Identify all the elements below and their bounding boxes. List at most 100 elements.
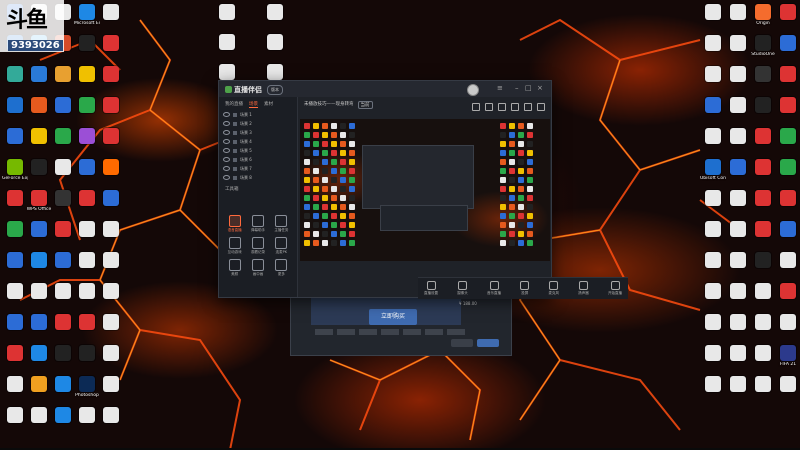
- desktop-icon[interactable]: [262, 64, 288, 81]
- desktop-icon[interactable]: [50, 283, 76, 300]
- desktop-icon[interactable]: [26, 97, 52, 114]
- close-icon[interactable]: ×: [537, 84, 543, 92]
- control-button[interactable]: 扬声器: [578, 278, 589, 299]
- desktop-icon[interactable]: [26, 252, 52, 269]
- scene-item[interactable]: 场景 8: [219, 173, 297, 182]
- desktop-icon[interactable]: [98, 283, 124, 300]
- desktop-icon[interactable]: [26, 66, 52, 83]
- desktop-icon[interactable]: [74, 159, 100, 176]
- desktop-icon[interactable]: [750, 283, 776, 300]
- desktop-icon[interactable]: [50, 376, 76, 393]
- desktop-icon[interactable]: [700, 190, 726, 207]
- desktop-icon[interactable]: [26, 407, 52, 424]
- desktop-icon[interactable]: [725, 159, 751, 176]
- desktop-icon[interactable]: [725, 190, 751, 207]
- desktop-icon[interactable]: [74, 283, 100, 300]
- tool-button[interactable]: 互动游戏: [223, 237, 246, 255]
- desktop-icon[interactable]: [750, 252, 776, 269]
- scene-item[interactable]: 场景 6: [219, 155, 297, 164]
- desktop-icon[interactable]: [262, 34, 288, 51]
- control-button[interactable]: 音乐直播: [487, 278, 501, 299]
- desktop-icon[interactable]: Ubisoft Connect: [700, 159, 726, 181]
- desktop-icon[interactable]: [98, 314, 124, 331]
- desktop-icon[interactable]: [50, 66, 76, 83]
- desktop-icon[interactable]: [50, 314, 76, 331]
- desktop-icon[interactable]: [26, 283, 52, 300]
- lock-icon[interactable]: [233, 121, 237, 126]
- desktop-icon[interactable]: [74, 190, 100, 207]
- desktop-icon[interactable]: Photoshop: [74, 376, 100, 398]
- chat-icon[interactable]: [511, 103, 519, 111]
- desktop-icon[interactable]: [98, 190, 124, 207]
- eye-icon[interactable]: [223, 148, 230, 153]
- tool-button[interactable]: 观看记录: [246, 237, 269, 255]
- eye-icon[interactable]: [223, 121, 230, 126]
- desktop-icon[interactable]: [74, 221, 100, 238]
- desktop-icon[interactable]: [775, 314, 800, 331]
- lock-icon[interactable]: [233, 139, 237, 144]
- desktop-icon[interactable]: [775, 376, 800, 393]
- desktop-icon[interactable]: [700, 376, 726, 393]
- current-tag[interactable]: 当前: [357, 101, 373, 109]
- settings-icon[interactable]: [524, 103, 532, 111]
- confirm-button[interactable]: [477, 339, 499, 347]
- desktop-icon[interactable]: [26, 314, 52, 331]
- buy-now-button[interactable]: 立即购买: [369, 309, 417, 325]
- desktop-icon[interactable]: [98, 128, 124, 145]
- desktop-icon[interactable]: [2, 345, 28, 362]
- desktop-icon[interactable]: [2, 190, 28, 207]
- desktop-icon[interactable]: [700, 252, 726, 269]
- desktop-icon[interactable]: GeForce Experience: [2, 159, 28, 181]
- desktop-icon[interactable]: [2, 283, 28, 300]
- desktop-icon[interactable]: [775, 159, 800, 176]
- desktop-icon[interactable]: [750, 221, 776, 238]
- desktop-icon[interactable]: [750, 376, 776, 393]
- desktop-icon[interactable]: [50, 221, 76, 238]
- desktop-icon[interactable]: [725, 345, 751, 362]
- desktop-icon[interactable]: [725, 35, 751, 52]
- desktop-icon[interactable]: [74, 66, 100, 83]
- desktop-icon[interactable]: [750, 345, 776, 362]
- tool-button[interactable]: 连麦PK: [270, 237, 293, 255]
- desktop-icon[interactable]: [2, 376, 28, 393]
- eye-icon[interactable]: [223, 130, 230, 135]
- desktop-icon[interactable]: [74, 407, 100, 424]
- desktop-icon[interactable]: [725, 314, 751, 331]
- eye-icon[interactable]: [223, 157, 230, 162]
- scene-item[interactable]: 场景 2: [219, 119, 297, 128]
- desktop-icon[interactable]: [2, 314, 28, 331]
- desktop-icon[interactable]: Microsoft Edge: [74, 4, 100, 26]
- desktop-icon[interactable]: [750, 190, 776, 207]
- lock-icon[interactable]: [233, 166, 237, 171]
- desktop-icon[interactable]: [74, 97, 100, 114]
- desktop-icon[interactable]: [700, 128, 726, 145]
- tool-button[interactable]: 画中画: [246, 259, 269, 277]
- desktop-icon[interactable]: [700, 66, 726, 83]
- tool-button[interactable]: 更多: [270, 259, 293, 277]
- share-icon[interactable]: [537, 103, 545, 111]
- desktop-icon[interactable]: [700, 345, 726, 362]
- scene-item[interactable]: 场景 4: [219, 137, 297, 146]
- desktop-icon[interactable]: [98, 97, 124, 114]
- desktop-icon[interactable]: [750, 97, 776, 114]
- desktop-icon[interactable]: [98, 35, 124, 52]
- desktop-icon[interactable]: [2, 221, 28, 238]
- desktop-icon[interactable]: [50, 345, 76, 362]
- control-button[interactable]: 直播设置: [424, 278, 438, 299]
- tool-button[interactable]: 美颜: [223, 259, 246, 277]
- desktop-icon[interactable]: [26, 128, 52, 145]
- desktop-icon[interactable]: [98, 407, 124, 424]
- desktop-icon[interactable]: [74, 35, 100, 52]
- desktop-icon[interactable]: [700, 221, 726, 238]
- control-button[interactable]: 麦克风: [549, 278, 559, 299]
- tab-my-live[interactable]: 我的直播: [225, 101, 243, 108]
- desktop-icon[interactable]: [775, 128, 800, 145]
- desktop-icon[interactable]: [775, 35, 800, 52]
- desktop-icon[interactable]: [50, 252, 76, 269]
- desktop-icon[interactable]: [2, 407, 28, 424]
- minimize-icon[interactable]: –: [515, 84, 519, 92]
- desktop-icon[interactable]: [750, 314, 776, 331]
- desktop-icon[interactable]: [750, 159, 776, 176]
- desktop-icon[interactable]: [50, 190, 76, 207]
- desktop-icon[interactable]: [775, 4, 800, 21]
